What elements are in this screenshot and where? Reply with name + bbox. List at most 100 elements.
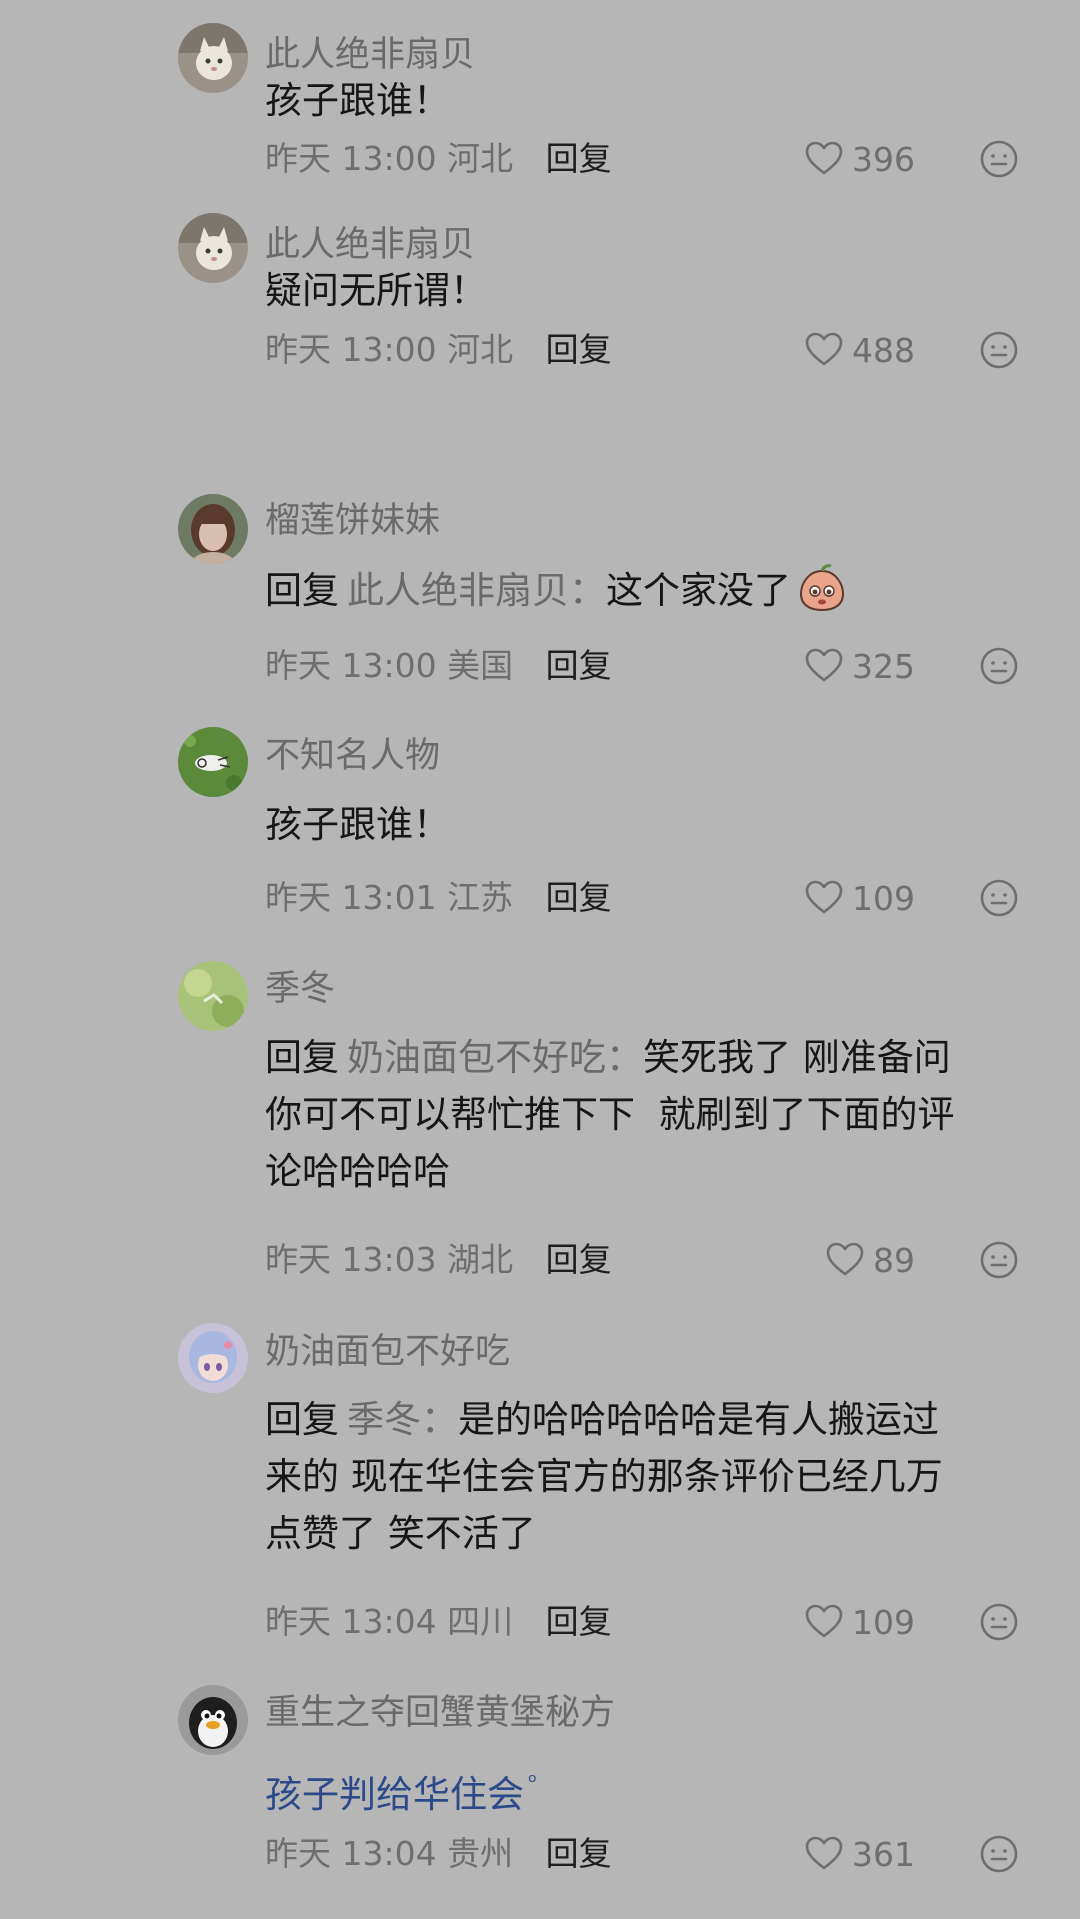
- comment-location: 四川: [447, 1602, 514, 1641]
- avatar[interactable]: [178, 494, 248, 564]
- comment-meta: 昨天 13:01 江苏 回复: [265, 873, 612, 923]
- like-count: 325: [852, 646, 915, 686]
- comment-username[interactable]: 榴莲饼妹妹: [265, 499, 440, 543]
- comment-meta: 昨天 13:03 湖北 回复: [265, 1235, 612, 1285]
- reply-target-username[interactable]: 季冬：: [347, 1398, 458, 1441]
- crying-peach-sticker: [799, 564, 845, 612]
- comment-time: 昨天 13:00: [265, 330, 437, 369]
- neutral-face-icon: [980, 1603, 1018, 1641]
- comment-username[interactable]: 季冬: [265, 967, 335, 1011]
- reply-button[interactable]: 回复: [546, 1240, 612, 1279]
- emoji-reaction-button[interactable]: [978, 645, 1020, 687]
- like-count: 396: [852, 139, 915, 179]
- comment-text: 孩子判给华住会 ᵒ: [265, 1754, 1045, 1823]
- comment-text: 孩子跟谁！: [265, 79, 450, 122]
- heart-outline-icon: [805, 332, 843, 366]
- like-button[interactable]: 396: [804, 134, 915, 184]
- heart-outline-icon: [805, 648, 843, 682]
- comment-text-line: 是的哈哈哈哈哈是有人搬运过: [458, 1398, 939, 1441]
- comment-time: 昨天 13:00: [265, 646, 437, 685]
- comment-username[interactable]: 重生之夺回蟹黄堡秘方: [265, 1691, 615, 1735]
- comment-text-line: 点赞了 笑不活了: [265, 1512, 536, 1555]
- green-doodle-avatar-image: [178, 727, 248, 797]
- comment-location: 美国: [447, 646, 514, 685]
- reply-prefix: 回复: [265, 569, 339, 612]
- comment-location: 河北: [447, 330, 514, 369]
- comment-meta: 昨天 13:00 河北 回复: [265, 325, 612, 375]
- like-count: 109: [852, 878, 915, 918]
- comment-text: 回复 此人绝非扇贝：这个家没了: [265, 562, 1045, 619]
- like-count: 109: [852, 1602, 915, 1642]
- emoji-reaction-button[interactable]: [978, 1239, 1020, 1281]
- emoji-reaction-button[interactable]: [978, 138, 1020, 180]
- neutral-face-icon: [980, 647, 1018, 685]
- reply-prefix: 回复: [265, 1398, 339, 1441]
- comment-text-line: 来的 现在华住会官方的那条评价已经几万: [265, 1455, 943, 1498]
- avatar[interactable]: [178, 213, 248, 283]
- neutral-face-icon: [980, 1835, 1018, 1873]
- avatar[interactable]: [178, 1323, 248, 1393]
- like-button[interactable]: 109: [804, 1597, 915, 1647]
- comment-username[interactable]: 此人绝非扇贝: [265, 223, 475, 267]
- emoji-reaction-button[interactable]: [978, 1601, 1020, 1643]
- like-button[interactable]: 325: [804, 641, 915, 691]
- comment-meta: 昨天 13:04 贵州 回复: [265, 1829, 612, 1879]
- comment-username[interactable]: 此人绝非扇贝: [265, 33, 475, 77]
- comment-location: 贵州: [447, 1834, 514, 1873]
- comment-text: 疑问无所谓！: [265, 269, 487, 312]
- comment-time: 昨天 13:00: [265, 139, 437, 178]
- neutral-face-icon: [980, 879, 1018, 917]
- emoji-reaction-button[interactable]: [978, 329, 1020, 371]
- heart-outline-icon: [805, 880, 843, 914]
- comment-time: 昨天 13:04: [265, 1602, 437, 1641]
- avatar[interactable]: [178, 1685, 248, 1755]
- reply-button[interactable]: 回复: [546, 878, 612, 917]
- reply-button[interactable]: 回复: [546, 330, 612, 369]
- comment-location: 河北: [447, 139, 514, 178]
- reply-target-username[interactable]: 奶油面包不好吃：: [347, 1036, 643, 1079]
- heart-outline-icon: [826, 1242, 864, 1276]
- emoji-reaction-button[interactable]: [978, 877, 1020, 919]
- comment-username[interactable]: 奶油面包不好吃: [265, 1330, 510, 1374]
- reply-button[interactable]: 回复: [546, 1834, 612, 1873]
- avatar[interactable]: [178, 727, 248, 797]
- girl-avatar-image: [178, 494, 248, 564]
- neutral-face-icon: [980, 1241, 1018, 1279]
- comment-time: 昨天 13:04: [265, 1834, 437, 1873]
- like-button[interactable]: 89: [825, 1235, 915, 1285]
- comment-username[interactable]: 不知名人物: [265, 734, 440, 778]
- like-count: 488: [852, 330, 915, 370]
- like-button[interactable]: 361: [804, 1829, 915, 1879]
- penguin-avatar-image: [178, 1685, 248, 1755]
- comment-text-content: 这个家没了: [606, 569, 791, 612]
- comment-location: 湖北: [447, 1240, 514, 1279]
- reply-prefix: 回复: [265, 1036, 339, 1079]
- reply-target-username[interactable]: 此人绝非扇贝：: [347, 569, 606, 612]
- reply-button[interactable]: 回复: [546, 139, 612, 178]
- avatar[interactable]: [178, 23, 248, 93]
- light-green-avatar-image: [178, 961, 248, 1031]
- reply-button[interactable]: 回复: [546, 1602, 612, 1641]
- reply-button[interactable]: 回复: [546, 646, 612, 685]
- comment-time: 昨天 13:01: [265, 878, 437, 917]
- comment-time: 昨天 13:03: [265, 1240, 437, 1279]
- like-button[interactable]: 488: [804, 325, 915, 375]
- emoji-reaction-button[interactable]: [978, 1833, 1020, 1875]
- comment-text-line: 你可不可以帮忙推下下 就刷到了下面的评: [265, 1093, 955, 1136]
- comment-meta: 昨天 13:00 河北 回复: [265, 134, 612, 184]
- comment-meta: 昨天 13:00 美国 回复: [265, 641, 612, 691]
- heart-outline-icon: [805, 1604, 843, 1638]
- cat-avatar-image: [178, 213, 248, 283]
- avatar[interactable]: [178, 961, 248, 1031]
- heart-outline-icon: [805, 141, 843, 175]
- neutral-face-icon: [980, 140, 1018, 178]
- comment-meta: 昨天 13:04 四川 回复: [265, 1597, 612, 1647]
- comment-search-link[interactable]: 孩子判给华住会: [265, 1773, 524, 1816]
- comment-text-line: 笑死我了 刚准备问: [643, 1036, 951, 1079]
- like-button[interactable]: 109: [804, 873, 915, 923]
- comment-text: 回复 季冬：是的哈哈哈哈哈是有人搬运过 来的 现在华住会官方的那条评价已经几万 点…: [265, 1391, 1045, 1562]
- heart-outline-icon: [805, 1836, 843, 1870]
- comment-text: 回复 奶油面包不好吃：笑死我了 刚准备问 你可不可以帮忙推下下 就刷到了下面的评 …: [265, 1029, 1045, 1200]
- comment-text-line: 论哈哈哈哈: [265, 1150, 450, 1193]
- neutral-face-icon: [980, 331, 1018, 369]
